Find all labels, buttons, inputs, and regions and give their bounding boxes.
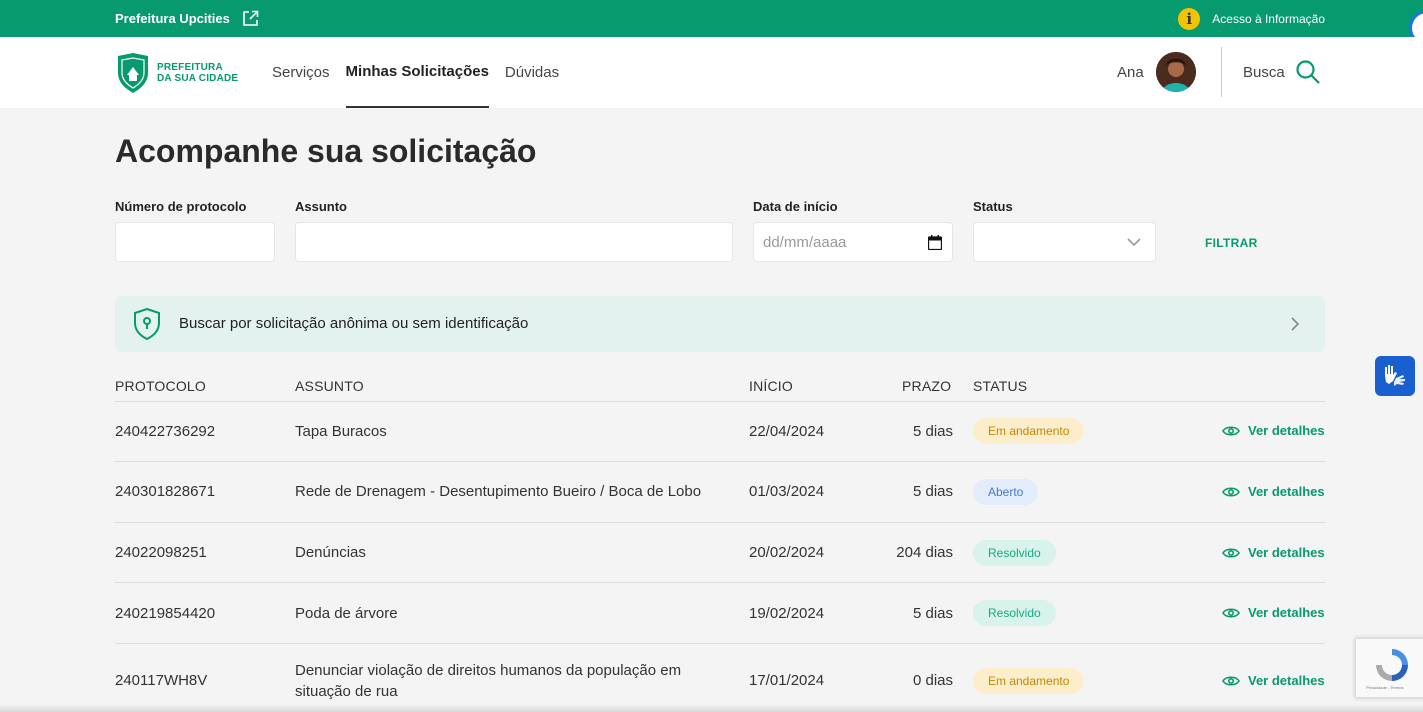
row-start-date: 01/03/2024 [749, 483, 825, 500]
protocol-input[interactable] [115, 222, 275, 262]
row-subject-line1: Denunciar violação de direitos humanos d… [295, 662, 682, 679]
row-deadline: 5 dias [912, 605, 953, 622]
main-nav: Serviços Minhas Solicitações Dúvidas [272, 37, 575, 108]
view-details-link[interactable]: Ver detalhes [1222, 673, 1325, 688]
view-details-link[interactable]: Ver detalhes [1222, 545, 1325, 560]
view-details-link[interactable]: Ver detalhes [1222, 484, 1325, 499]
chevron-right-icon [1291, 317, 1299, 331]
row-deadline: 204 dias [896, 544, 953, 561]
top-bar: Prefeitura Upcities i Acesso à Informaçã… [0, 0, 1423, 46]
external-site-link[interactable]: Prefeitura Upcities [115, 0, 259, 37]
start-date-label: Data de início [753, 199, 838, 214]
sign-language-button[interactable] [1375, 356, 1415, 396]
row-subject: Rede de Drenagem - Desentupimento Bueiro… [295, 483, 702, 500]
eye-icon [1222, 607, 1240, 618]
col-header-subject: ASSUNTO [295, 378, 364, 394]
info-icon: i [1178, 7, 1201, 30]
col-header-status: STATUS [973, 378, 1028, 394]
col-header-protocol: PROTOCOLO [115, 378, 207, 394]
row-start-date: 17/01/2024 [749, 672, 825, 689]
anonymous-search-label: Buscar por solicitação anônima ou sem id… [179, 315, 529, 332]
bottom-shadow [0, 704, 1423, 712]
row-deadline: 5 dias [912, 423, 953, 440]
view-details-link[interactable]: Ver detalhes [1222, 423, 1325, 438]
row-start-date: 19/02/2024 [749, 605, 825, 622]
subject-label: Assunto [295, 199, 347, 214]
row-divider [115, 643, 1325, 644]
access-info-link[interactable]: i Acesso à Informação [1178, 0, 1325, 37]
subject-input[interactable] [295, 222, 733, 262]
search-label[interactable]: Busca [1243, 64, 1285, 81]
eye-icon [1222, 486, 1240, 497]
row-protocol: 24022098251 [115, 544, 207, 561]
row-divider [115, 522, 1325, 523]
row-deadline: 5 dias [912, 483, 953, 500]
status-select[interactable] [973, 222, 1156, 262]
protocol-label: Número de protocolo [115, 199, 247, 214]
status-badge: Aberto [973, 479, 1039, 505]
user-menu[interactable]: Ana [1117, 52, 1196, 92]
nav-item-minhas-solicitacoes[interactable]: Minhas Solicitações [345, 37, 489, 108]
row-protocol: 240301828671 [115, 483, 216, 500]
row-subject: Tapa Buracos [295, 423, 387, 440]
recaptcha-badge[interactable]: Privacidade - Termos [1355, 638, 1423, 698]
col-header-start: INÍCIO [749, 378, 793, 394]
eye-icon [1222, 675, 1240, 686]
eye-icon [1222, 547, 1240, 558]
row-start-date: 20/02/2024 [749, 544, 825, 561]
row-start-date: 22/04/2024 [749, 423, 825, 440]
eye-icon [1222, 425, 1240, 436]
anonymous-search-banner[interactable]: Buscar por solicitação anônima ou sem id… [115, 296, 1325, 352]
start-date-input[interactable]: dd/mm/aaaa [753, 222, 953, 262]
logo-text: PREFEITURA DA SUA CIDADE [157, 62, 239, 84]
row-divider [115, 461, 1325, 462]
row-protocol: 240219854420 [115, 605, 216, 622]
external-link-icon [243, 10, 259, 26]
row-protocol: 240422736292 [115, 423, 216, 440]
city-crest-icon [118, 53, 148, 93]
status-badge: Resolvido [973, 540, 1056, 566]
status-badge: Em andamento [973, 418, 1085, 444]
avatar[interactable] [1155, 52, 1196, 92]
filter-button[interactable]: FILTRAR [1205, 236, 1258, 250]
view-details-link[interactable]: Ver detalhes [1222, 605, 1325, 620]
row-protocol: 240117WH8V [115, 672, 208, 689]
col-header-deadline: PRAZO [902, 378, 952, 394]
status-badge: Resolvido [973, 600, 1056, 626]
calendar-icon[interactable] [928, 235, 942, 250]
shield-lock-icon [134, 308, 160, 340]
page-title: Acompanhe sua solicitação [115, 133, 537, 169]
recaptcha-footer[interactable]: Privacidade - Termos [1366, 685, 1404, 690]
main-header: PREFEITURA DA SUA CIDADE Serviços Minhas… [0, 37, 1423, 108]
nav-item-servicos[interactable]: Serviços [272, 37, 330, 108]
city-logo[interactable]: PREFEITURA DA SUA CIDADE [115, 53, 238, 93]
access-info-label[interactable]: Acesso à Informação [1212, 12, 1325, 26]
row-deadline: 0 dias [912, 672, 953, 689]
date-placeholder: dd/mm/aaaa [763, 234, 847, 251]
search-icon [1296, 60, 1320, 84]
nav-item-duvidas[interactable]: Dúvidas [505, 37, 559, 108]
chevron-down-icon [1127, 238, 1141, 247]
header-divider [1221, 47, 1222, 97]
row-subject: Poda de árvore [295, 605, 398, 622]
site-name[interactable]: Prefeitura Upcities [115, 11, 230, 26]
user-name[interactable]: Ana [1117, 64, 1144, 81]
status-label: Status [973, 199, 1013, 214]
recaptcha-icon [1376, 649, 1408, 681]
search-button[interactable]: Busca [1243, 59, 1321, 85]
hands-icon [1385, 365, 1405, 386]
table-divider [115, 401, 1325, 402]
row-divider [115, 582, 1325, 583]
status-badge: Em andamento [973, 668, 1085, 694]
row-subject-line2: situação de rua [295, 683, 398, 700]
row-subject: Denúncias [295, 544, 366, 561]
